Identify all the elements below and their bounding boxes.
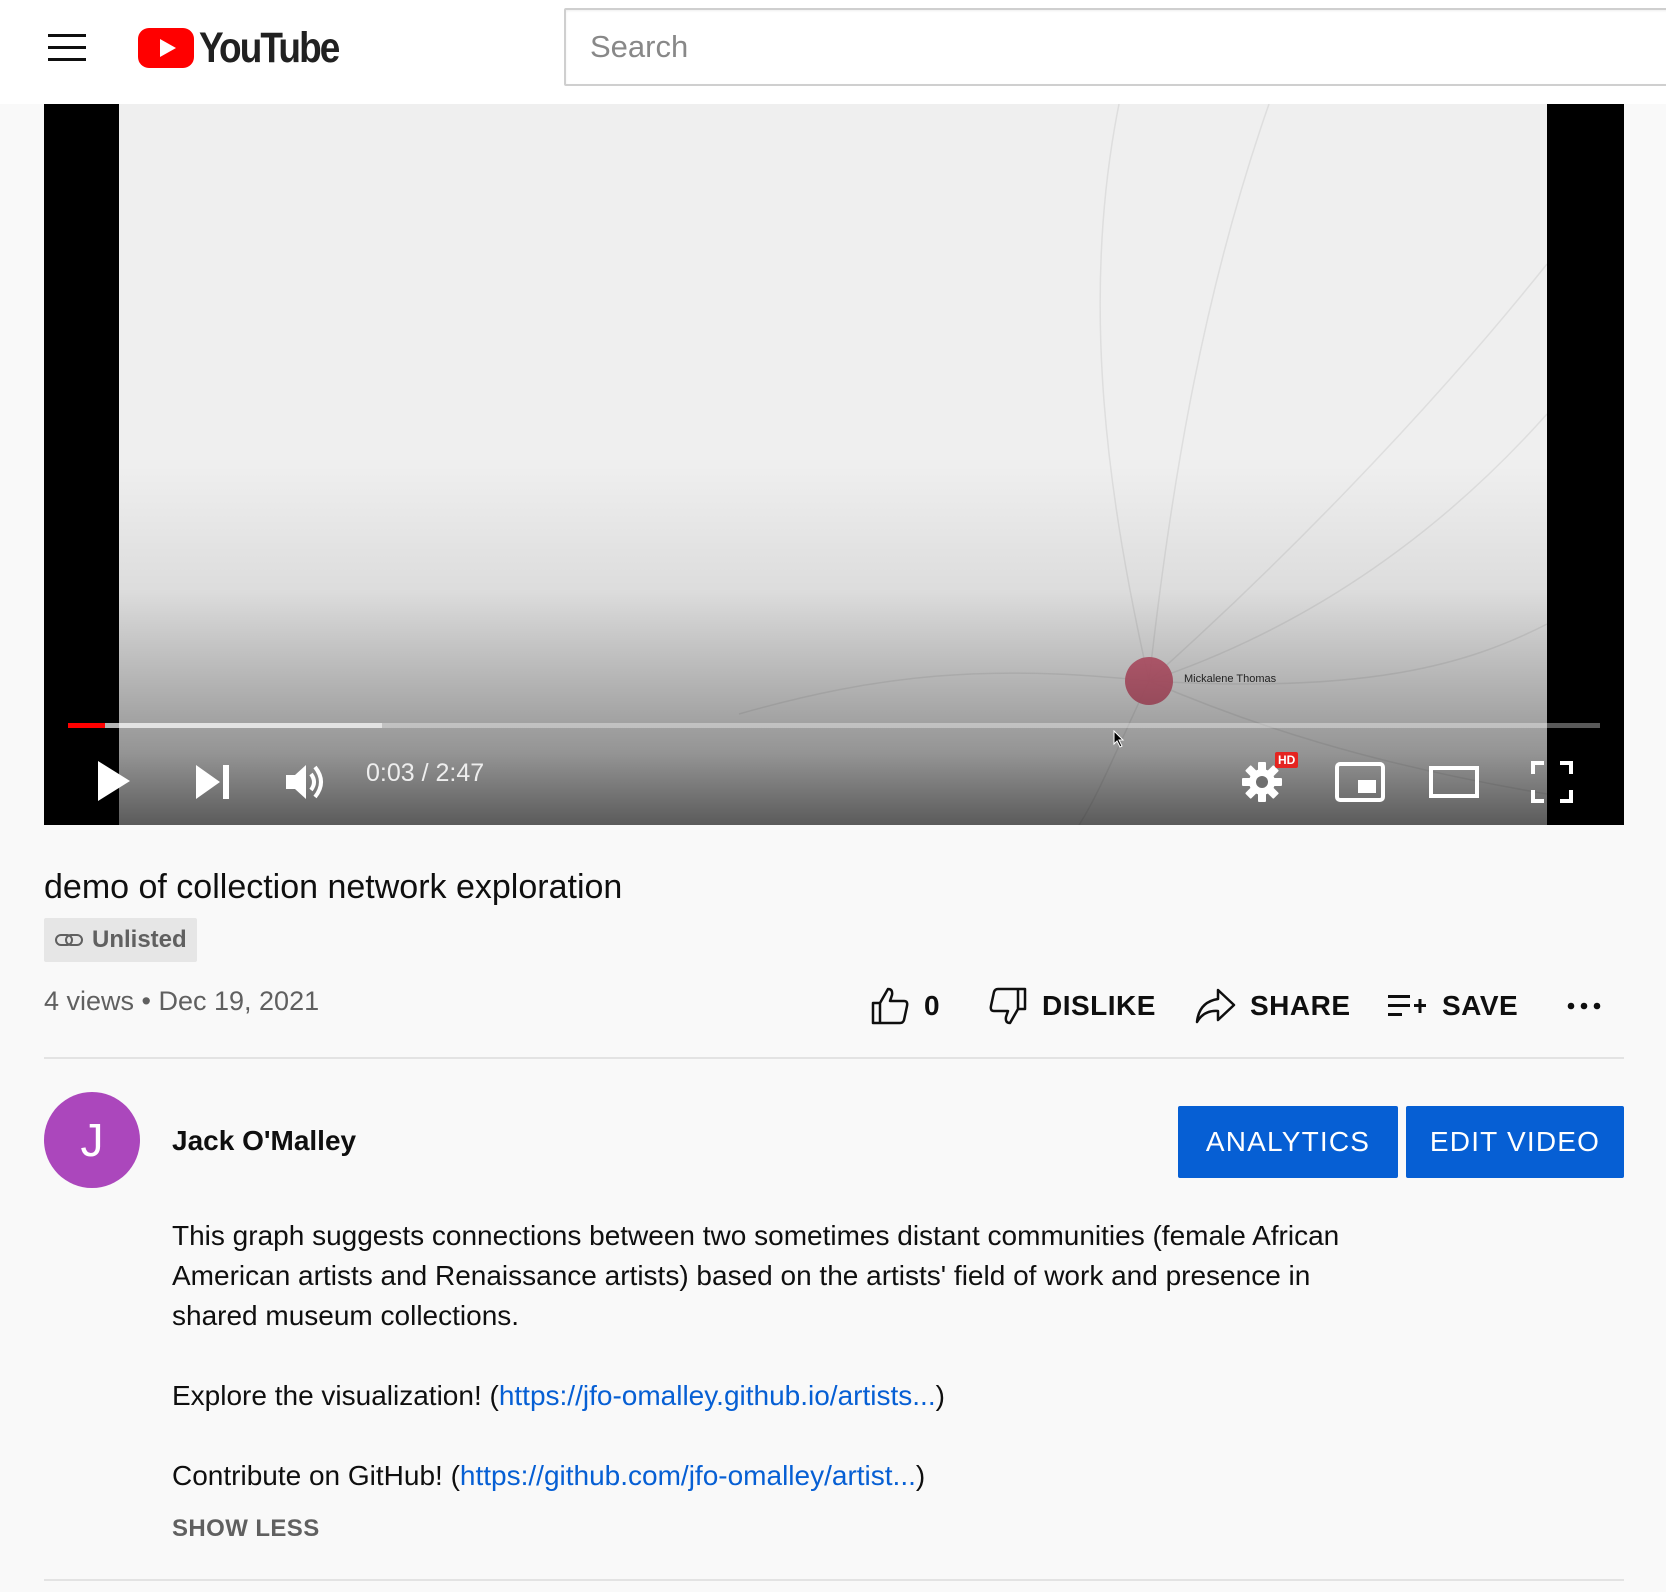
artist-node-label: Mickalene Thomas <box>1184 673 1277 685</box>
volume-icon <box>286 765 323 799</box>
channel-name[interactable]: Jack O'Malley <box>172 1125 356 1157</box>
youtube-logo[interactable]: YouTube <box>138 24 361 72</box>
progress-played <box>68 723 105 728</box>
mouse-cursor-icon <box>1113 729 1125 753</box>
description-explore-line: Explore the visualization! (https://jfo-… <box>172 1380 945 1411</box>
edit-video-button[interactable]: EDIT VIDEO <box>1406 1106 1624 1178</box>
github-link[interactable]: https://github.com/jfo-omalley/artist... <box>460 1460 916 1491</box>
save-label: SAVE <box>1442 990 1519 1021</box>
divider-top <box>44 1057 1624 1059</box>
video-player[interactable]: Mickalene Thomas 0:03 / 2:47 HD <box>44 104 1624 825</box>
skip-next-icon <box>196 765 229 799</box>
channel-avatar[interactable]: J <box>44 1092 140 1188</box>
youtube-logo-text: YouTube <box>199 24 340 72</box>
visualization-link[interactable]: https://jfo-omalley.github.io/artists... <box>499 1380 936 1411</box>
hd-badge: HD <box>1275 752 1299 768</box>
share-label: SHARE <box>1250 990 1351 1021</box>
like-button[interactable]: 0 <box>870 982 940 1030</box>
dislike-label: DISLIKE <box>1042 990 1156 1021</box>
fullscreen-button[interactable] <box>1530 760 1574 804</box>
show-less-button[interactable]: SHOW LESS <box>172 1515 320 1543</box>
mute-button[interactable] <box>284 762 330 802</box>
description-github-line: Contribute on GitHub! (https://github.co… <box>172 1460 926 1491</box>
progress-buffered <box>68 723 383 728</box>
miniplayer-icon <box>1335 762 1385 802</box>
link-icon <box>55 934 83 946</box>
time-display: 0:03 / 2:47 <box>366 759 485 787</box>
guide-menu-icon[interactable] <box>44 28 94 68</box>
divider-bottom <box>44 1579 1624 1581</box>
analytics-button[interactable]: ANALYTICS <box>1178 1106 1398 1178</box>
description-paragraph: This graph suggests connections between … <box>172 1220 1340 1331</box>
masthead: YouTube <box>0 0 1666 104</box>
progress-bar[interactable] <box>68 723 1600 728</box>
fullscreen-icon <box>1531 761 1573 803</box>
play-button[interactable] <box>94 758 132 804</box>
artist-node[interactable] <box>1125 657 1173 705</box>
privacy-badge: Unlisted <box>44 918 197 962</box>
search-input[interactable] <box>590 10 1650 84</box>
share-button[interactable]: SHARE <box>1194 982 1351 1030</box>
search-box <box>564 8 1666 86</box>
more-horizontal-icon <box>1567 1002 1601 1010</box>
theater-mode-button[interactable] <box>1428 762 1480 802</box>
playlist-add-icon <box>1388 995 1426 1016</box>
network-graph-edges <box>738 104 1547 825</box>
video-title: demo of collection network exploration <box>44 868 623 906</box>
youtube-play-logo-icon <box>138 28 194 68</box>
share-arrow-icon <box>1195 988 1236 1024</box>
thumbs-up-icon <box>871 987 909 1025</box>
video-frame[interactable]: Mickalene Thomas <box>119 104 1547 825</box>
play-icon <box>98 761 130 801</box>
theater-mode-icon <box>1429 766 1479 798</box>
save-button[interactable]: SAVE <box>1386 982 1518 1030</box>
like-count: 0 <box>924 990 941 1021</box>
next-button[interactable] <box>194 762 234 802</box>
privacy-label: Unlisted <box>92 926 187 953</box>
view-count-and-date: 4 views • Dec 19, 2021 <box>44 986 320 1016</box>
video-description: This graph suggests connections between … <box>172 1216 1402 1496</box>
miniplayer-button[interactable] <box>1334 760 1386 804</box>
thumbs-down-icon <box>989 987 1027 1025</box>
dislike-button[interactable]: DISLIKE <box>988 982 1156 1030</box>
more-actions-button[interactable] <box>1566 982 1616 1030</box>
